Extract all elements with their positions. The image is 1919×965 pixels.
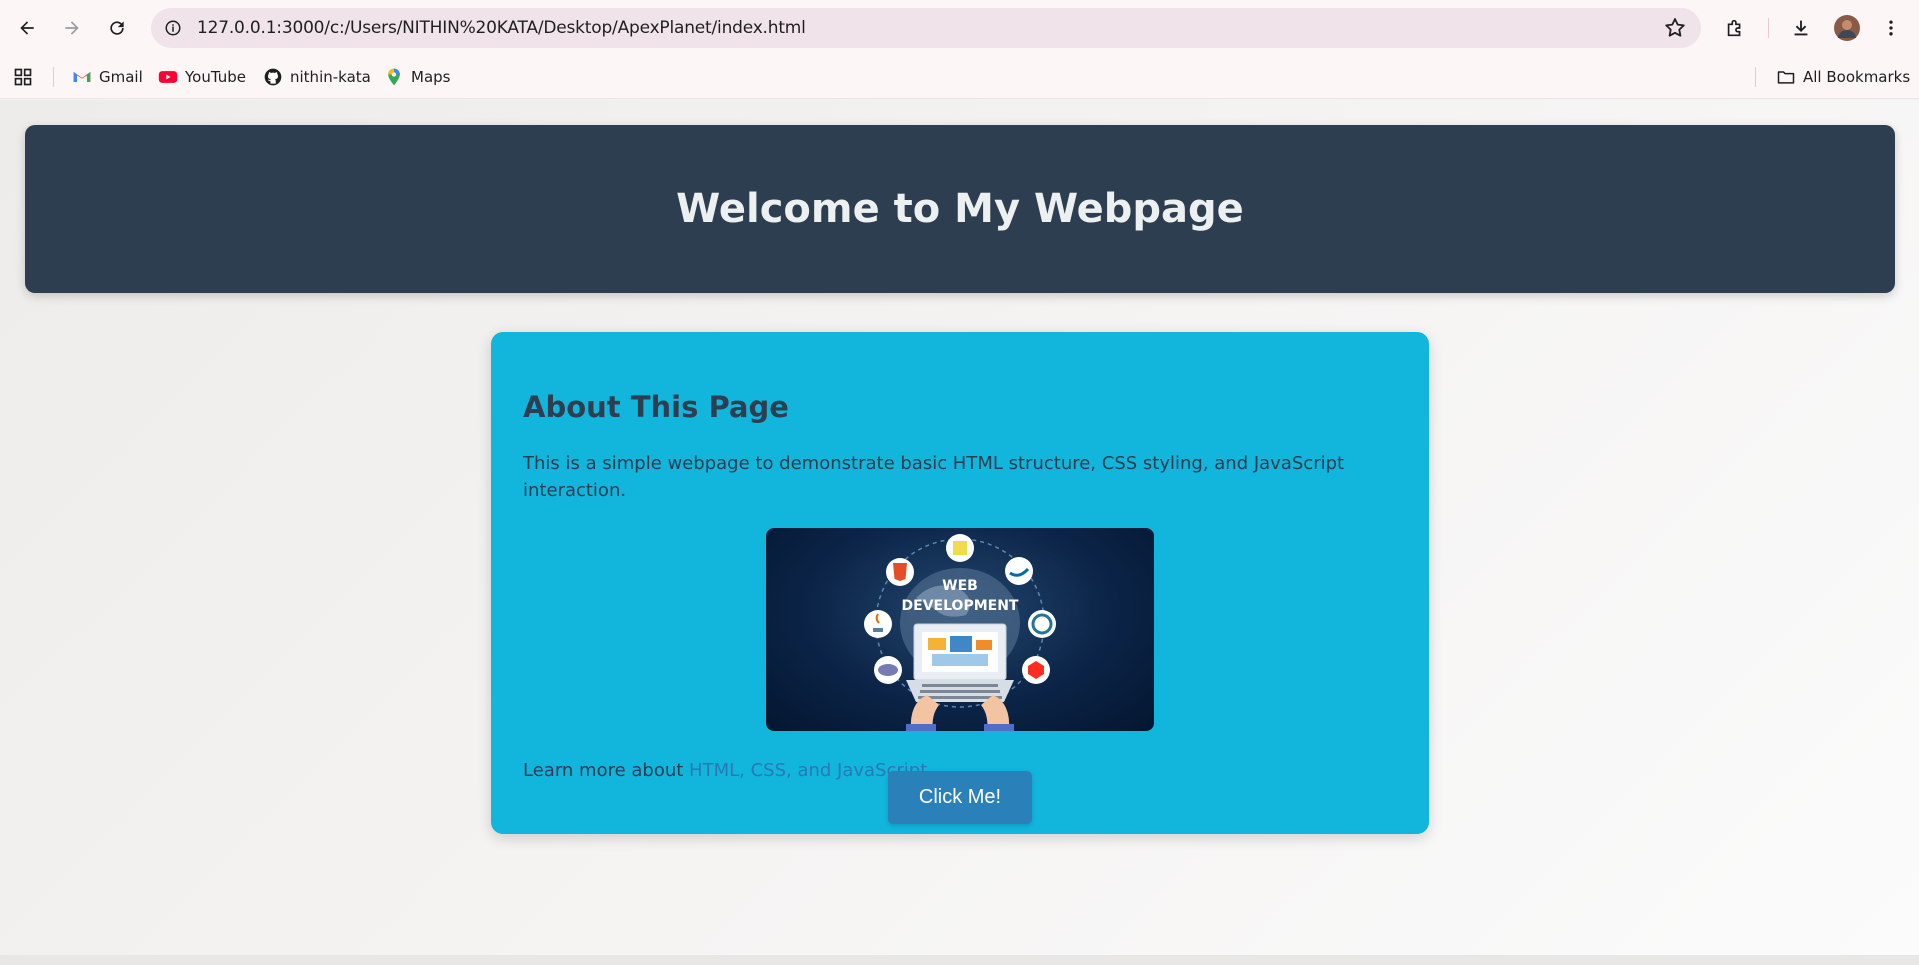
puzzle-icon xyxy=(1727,19,1741,37)
all-bookmarks-label: All Bookmarks xyxy=(1803,68,1911,86)
window-bottom-edge xyxy=(0,955,1919,965)
web-development-image: WEB DEVELOPMENT xyxy=(766,528,1154,731)
download-icon xyxy=(1794,20,1808,36)
bookmark-star-icon[interactable] xyxy=(1663,16,1687,40)
learn-prefix: Learn more about xyxy=(523,760,690,781)
bookmarks-separator xyxy=(1755,67,1756,87)
html5-badge-icon xyxy=(886,558,914,586)
info-icon xyxy=(165,20,181,36)
bookmark-youtube[interactable]: YouTube xyxy=(158,56,246,98)
toolbar-separator xyxy=(1768,18,1769,38)
browser-menu-button[interactable] xyxy=(1873,10,1909,46)
folder-icon xyxy=(1777,71,1795,84)
bookmark-gmail[interactable]: Gmail xyxy=(72,56,143,98)
learn-more-text: Learn more about HTML, CSS, and JavaScri… xyxy=(523,760,933,781)
bookmark-label: nithin-kata xyxy=(290,68,371,86)
bookmark-github[interactable]: nithin-kata xyxy=(263,56,371,98)
url-text[interactable]: 127.0.0.1:3000/c:/Users/NITHIN%20KATA/De… xyxy=(197,8,806,48)
profile-avatar[interactable] xyxy=(1829,10,1865,46)
hero-title-line2: DEVELOPMENT xyxy=(902,598,1019,614)
laptop-icon xyxy=(906,623,1014,702)
java-badge-icon xyxy=(864,610,892,638)
wordpress-badge-icon xyxy=(1028,610,1056,638)
arrow-right-icon xyxy=(65,21,79,35)
downloads-button[interactable] xyxy=(1783,10,1819,46)
forward-button[interactable] xyxy=(54,10,90,46)
page-viewport: Welcome to My Webpage About This Page Th… xyxy=(0,100,1919,955)
gmail-icon xyxy=(73,72,91,82)
section-title: About This Page xyxy=(523,390,789,424)
about-card: About This Page This is a simple webpage… xyxy=(491,332,1429,834)
bookmarks-bar: Gmail YouTube nithin-kata Maps All Bookm… xyxy=(0,56,1919,99)
youtube-icon xyxy=(158,71,178,83)
extensions-button[interactable] xyxy=(1717,10,1753,46)
bookmark-label: YouTube xyxy=(185,68,246,86)
bookmark-label: Gmail xyxy=(99,68,143,86)
more-vertical-icon xyxy=(1889,20,1893,36)
js-badge-icon xyxy=(946,534,974,562)
arrow-left-icon xyxy=(20,21,34,35)
reload-button[interactable] xyxy=(99,10,135,46)
apps-grid-icon xyxy=(14,68,32,86)
maps-icon xyxy=(388,68,400,86)
github-icon xyxy=(264,68,282,86)
browser-toolbar: 127.0.0.1:3000/c:/Users/NITHIN%20KATA/De… xyxy=(0,0,1919,56)
jquery-badge-icon xyxy=(1005,557,1033,585)
avatar-icon xyxy=(1834,15,1860,41)
bookmark-label: Maps xyxy=(411,68,451,86)
php-badge-icon xyxy=(874,656,902,684)
page-header: Welcome to My Webpage xyxy=(25,125,1895,293)
web-development-illustration: WEB DEVELOPMENT xyxy=(864,534,1056,731)
click-me-button[interactable]: Click Me! xyxy=(888,771,1032,824)
section-description: This is a simple webpage to demonstrate … xyxy=(523,453,1345,501)
all-bookmarks-button[interactable]: All Bookmarks xyxy=(1776,56,1910,98)
bookmark-maps[interactable]: Maps xyxy=(384,56,450,98)
laravel-badge-icon xyxy=(1022,656,1050,684)
reload-icon xyxy=(110,21,124,35)
page-title: Welcome to My Webpage xyxy=(676,186,1244,232)
apps-button[interactable] xyxy=(13,56,33,98)
bookmarks-separator xyxy=(53,67,54,87)
site-info-button[interactable] xyxy=(159,14,187,42)
back-button[interactable] xyxy=(9,10,45,46)
address-bar[interactable]: 127.0.0.1:3000/c:/Users/NITHIN%20KATA/De… xyxy=(151,8,1701,48)
hero-title-line1: WEB xyxy=(942,578,978,594)
